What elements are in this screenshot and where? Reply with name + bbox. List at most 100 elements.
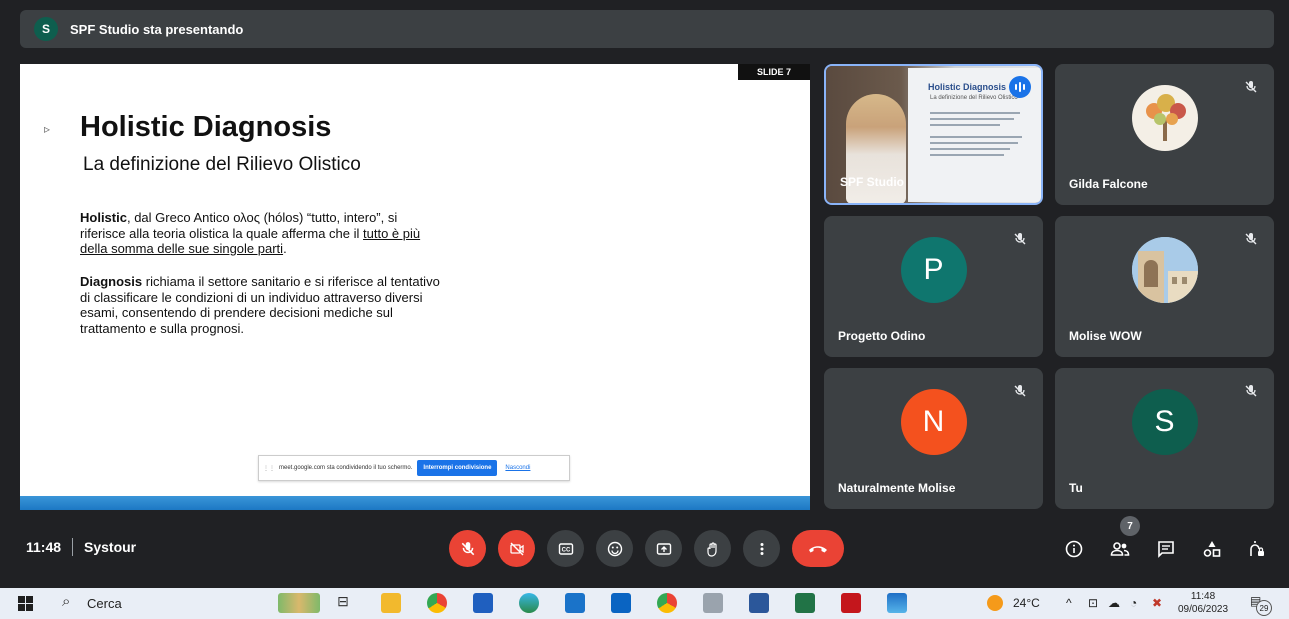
participant-tile-self[interactable]: S Tu	[1055, 368, 1274, 509]
end-call-icon	[809, 545, 827, 552]
projected-title: Holistic Diagnosis	[928, 82, 1007, 92]
edge-icon[interactable]	[519, 593, 539, 613]
participant-name: Progetto Odino	[838, 329, 926, 343]
present-icon	[656, 542, 671, 555]
emoji-button[interactable]	[596, 530, 633, 567]
projected-subtitle: La definizione del Rilievo Olistico	[930, 95, 1018, 101]
participant-name: Naturalmente Molise	[838, 481, 956, 495]
raise-hand-button[interactable]	[694, 530, 731, 567]
activities-button[interactable]	[1201, 538, 1223, 560]
participant-photo	[1131, 236, 1198, 303]
raise-hand-icon	[706, 541, 717, 557]
cloud-icon[interactable]: ☁	[1108, 596, 1120, 610]
participant-tile-spf-studio[interactable]: Holistic Diagnosis La definizione del Ri…	[824, 64, 1043, 205]
meeting-time: 11:48	[26, 539, 62, 555]
stop-sharing-button[interactable]: Interrompi condivisione	[417, 460, 498, 476]
host-controls-icon	[1250, 541, 1264, 556]
participant-avatar: N	[900, 388, 967, 455]
cursor-icon: ▹	[44, 122, 51, 136]
search-icon[interactable]: ⌕	[62, 593, 70, 610]
clock-time: 11:48	[1190, 591, 1216, 602]
chrome-icon[interactable]	[427, 593, 447, 613]
slide-paragraph-holistic: Holistic, dal Greco Antico ολος (hólos) …	[80, 210, 440, 257]
speaking-indicator-icon	[1009, 76, 1031, 98]
projected-text-line	[930, 142, 1018, 144]
excel-icon[interactable]	[795, 593, 815, 613]
search-highlight-icon[interactable]	[278, 593, 320, 613]
people-icon	[1110, 542, 1130, 556]
participant-tile-progetto-odino[interactable]: P Progetto Odino	[824, 216, 1043, 357]
captions-icon: CC	[558, 542, 573, 555]
app-icon[interactable]	[703, 593, 723, 613]
microsoft-store-icon[interactable]	[473, 593, 493, 613]
notifications-count: 29	[1256, 600, 1272, 616]
tray-chevron-icon[interactable]: ^	[1066, 596, 1072, 610]
clock-date: 09/06/2023	[1178, 604, 1229, 615]
people-count-badge: 7	[1120, 516, 1140, 536]
projected-text-line	[930, 112, 1020, 114]
photos-icon[interactable]	[887, 593, 907, 613]
slide-footer-bar	[20, 496, 810, 510]
presenting-text: SPF Studio sta presentando	[70, 21, 244, 37]
taskbar-search[interactable]: Cerca	[87, 596, 122, 611]
mic-off-icon	[1011, 382, 1029, 400]
windows-start-icon[interactable]	[18, 596, 33, 611]
projected-text-line	[930, 118, 1014, 120]
chat-icon	[1158, 541, 1174, 558]
participant-avatar: P	[900, 236, 967, 303]
meeting-info-button[interactable]	[1063, 538, 1085, 560]
participant-name: Tu	[1069, 481, 1083, 495]
chat-button[interactable]	[1155, 538, 1177, 560]
divider	[72, 538, 73, 556]
info-icon	[1065, 540, 1083, 558]
weather-icon	[987, 595, 1003, 611]
mic-off-icon	[1011, 230, 1029, 248]
participant-tile-molise-wow[interactable]: Molise WOW	[1055, 216, 1274, 357]
projected-text-line	[930, 136, 1022, 138]
participant-name: Molise WOW	[1069, 329, 1142, 343]
present-button[interactable]	[645, 530, 682, 567]
participant-tile-naturalmente-molise[interactable]: N Naturalmente Molise	[824, 368, 1043, 509]
term-diagnosis: Diagnosis	[80, 274, 143, 289]
presenter-avatar: S	[34, 17, 58, 41]
acrobat-icon[interactable]	[841, 593, 861, 613]
slide-subtitle: La definizione del Rilievo Olistico	[83, 154, 361, 175]
volume-icon[interactable]: ✖	[1152, 596, 1162, 610]
more-options-button[interactable]	[743, 530, 780, 567]
mic-off-icon	[1242, 230, 1260, 248]
presenting-bar: S SPF Studio sta presentando	[20, 10, 1274, 48]
term-holistic: Holistic	[80, 210, 127, 225]
camera-off-button[interactable]	[498, 530, 535, 567]
slide-tag: SLIDE 7	[738, 64, 810, 80]
mail-icon[interactable]	[565, 593, 585, 613]
participant-photo	[1131, 84, 1198, 151]
participant-tile-gilda-falcone[interactable]: Gilda Falcone	[1055, 64, 1274, 205]
weather-temperature[interactable]: 24°C	[1013, 596, 1040, 610]
participant-avatar: S	[1131, 388, 1198, 455]
file-explorer-icon[interactable]	[381, 593, 401, 613]
people-button[interactable]	[1109, 538, 1131, 560]
screen-share-bar: ⋮⋮ meet.google.com sta condividendo il t…	[258, 455, 570, 481]
projected-text-line	[930, 148, 1010, 150]
host-controls-button[interactable]	[1246, 538, 1268, 560]
outlook-icon[interactable]	[611, 593, 631, 613]
mic-off-button[interactable]	[449, 530, 486, 567]
projected-text-line	[930, 124, 1000, 126]
shared-slide: SLIDE 7 ▹ Holistic Diagnosis La definizi…	[20, 64, 810, 510]
notifications-icon[interactable]: ▤ 29	[1250, 594, 1272, 616]
word-icon[interactable]	[749, 593, 769, 613]
wifi-icon[interactable]: ◔	[1130, 596, 1137, 610]
mic-off-icon	[461, 541, 474, 555]
hide-share-bar-link[interactable]: Nascondi	[505, 465, 530, 471]
captions-button[interactable]: CC	[547, 530, 584, 567]
share-notice: meet.google.com sta condividendo il tuo …	[279, 465, 413, 471]
holistic-end: .	[283, 241, 287, 256]
drag-handle-icon[interactable]: ⋮⋮	[263, 465, 275, 472]
task-view-icon[interactable]: ⊟	[333, 593, 353, 613]
taskbar-clock[interactable]: 11:48 09/06/2023	[1178, 590, 1228, 616]
tray-app-icon[interactable]: ⊡	[1088, 596, 1098, 610]
meet-window: S SPF Studio sta presentando SLIDE 7 ▹ H…	[0, 0, 1289, 619]
chrome-profile-icon[interactable]	[657, 593, 677, 613]
mic-off-icon	[1242, 382, 1260, 400]
end-call-button[interactable]	[792, 530, 844, 567]
